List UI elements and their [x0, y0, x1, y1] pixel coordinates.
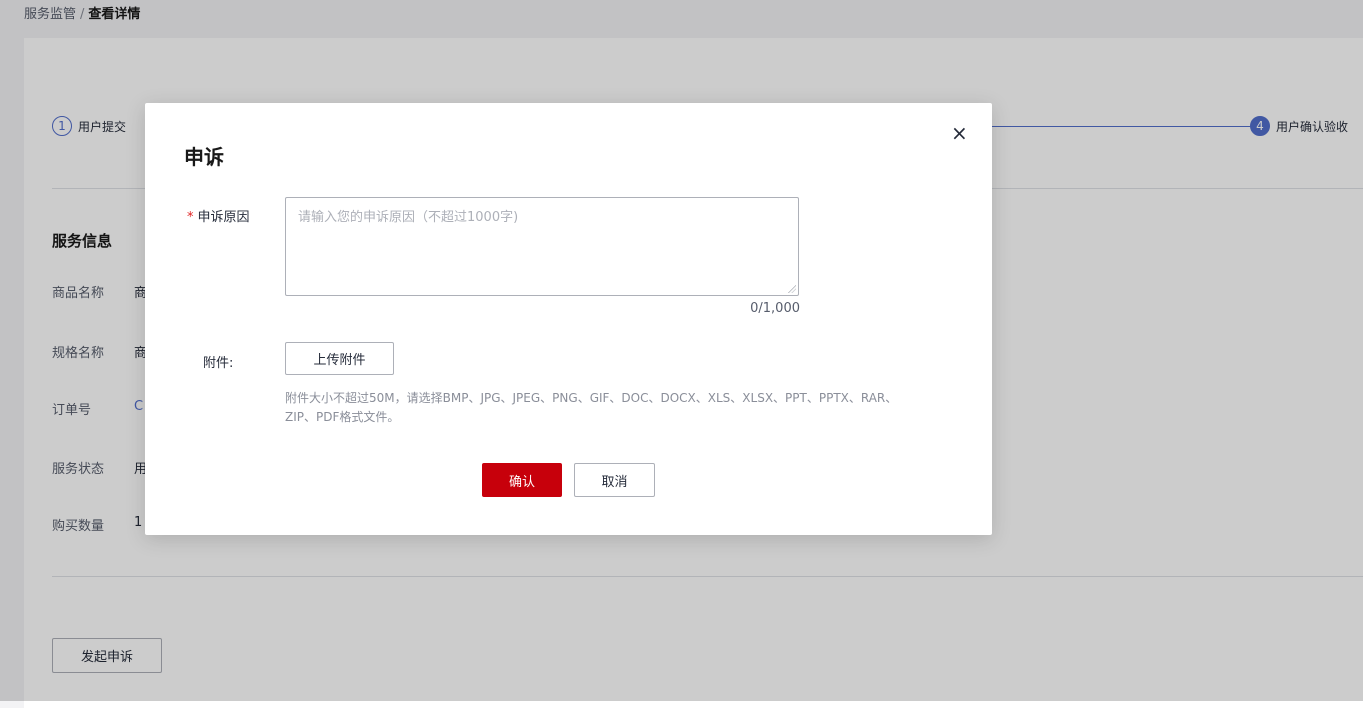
reason-label: * 申诉原因 [187, 206, 250, 225]
cancel-button[interactable]: 取消 [574, 463, 655, 497]
upload-attachment-button[interactable]: 上传附件 [285, 342, 394, 375]
attachment-hint: 附件大小不超过50M，请选择BMP、JPG、JPEG、PNG、GIF、DOC、D… [285, 391, 898, 424]
character-counter: 0/1,000 [750, 301, 800, 316]
reason-textarea[interactable]: 请输入您的申诉原因（不超过1000字) [285, 197, 799, 296]
page: 服务监管 / 查看详情 1 用户提交 4 用户确认验收 服务信息 商品名称 商 规格… [0, 0, 1363, 708]
dialog-title: 申诉 [184, 145, 224, 169]
required-mark: * [187, 210, 194, 225]
close-icon[interactable]: × [951, 123, 968, 143]
resize-grip-icon[interactable] [788, 285, 796, 293]
reason-label-text: 申诉原因 [197, 210, 250, 225]
confirm-button[interactable]: 确认 [482, 463, 562, 497]
reason-placeholder: 请输入您的申诉原因（不超过1000字) [298, 210, 519, 225]
appeal-dialog: 申诉 × * 申诉原因 请输入您的申诉原因（不超过1000字) 0/1,000 附… [145, 103, 992, 535]
attachment-label: 附件: [203, 356, 234, 371]
